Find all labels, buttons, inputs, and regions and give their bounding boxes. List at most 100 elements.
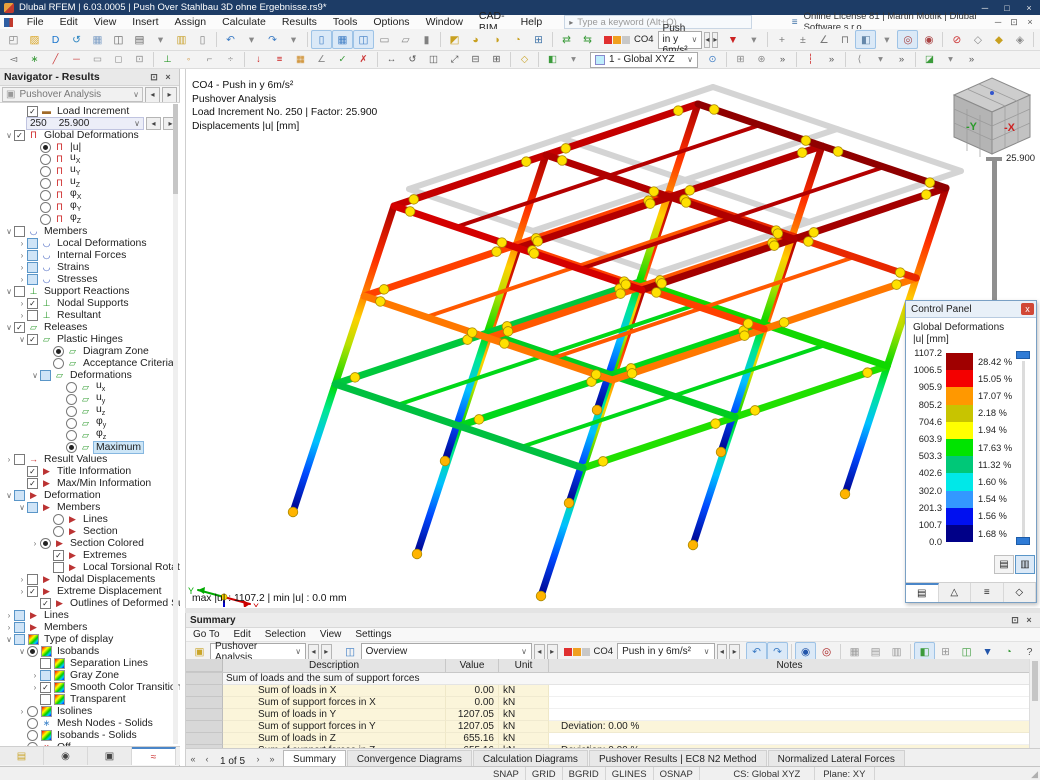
summary-float-icon[interactable]: ⊡ xyxy=(1008,615,1022,626)
radio-button[interactable] xyxy=(40,538,51,549)
menu-help[interactable]: Help xyxy=(513,15,551,29)
checkbox[interactable]: ✓ xyxy=(14,322,25,333)
checkbox[interactable]: ✓ xyxy=(53,550,64,561)
tree-item-outlines-of-deformed-surfaces[interactable]: ✓▶Outlines of Deformed Surfaces xyxy=(0,597,180,609)
dimensions-icon[interactable]: ⟨ xyxy=(849,51,870,68)
checkbox[interactable] xyxy=(14,454,25,465)
grid-settings-icon[interactable]: ⊞ xyxy=(730,51,751,68)
summary-tab-calculation-diagrams[interactable]: Calculation Diagrams xyxy=(473,750,588,767)
summary-view-prev[interactable]: ◂ xyxy=(534,644,545,660)
summary-view-next[interactable]: ▸ xyxy=(547,644,558,660)
result-display-icon[interactable]: ◧ xyxy=(542,51,563,68)
filter-options-icon[interactable]: ▾ xyxy=(743,30,764,49)
expander-icon[interactable]: › xyxy=(30,671,40,680)
model-check-icon[interactable]: ◩ xyxy=(444,30,465,49)
scale-handle-top[interactable] xyxy=(1016,351,1030,359)
tree-item-deformation[interactable]: ∨▶Deformation xyxy=(0,489,180,501)
analysis-type-combo[interactable]: ▣ Pushover Analysis∨ xyxy=(2,87,143,102)
overflow-3-icon[interactable]: » xyxy=(891,51,912,68)
column-header-unit[interactable]: Unit xyxy=(499,659,549,672)
summary-tab-summary[interactable]: Summary xyxy=(283,750,346,767)
tree-item-acceptance-criteria[interactable]: ▱Acceptance Criteria xyxy=(0,357,180,369)
print-options-icon[interactable]: ▾ xyxy=(150,30,171,49)
tree-item-internal-forces[interactable]: ›◡Internal Forces xyxy=(0,249,180,261)
guide-lines-icon[interactable]: ┆ xyxy=(800,51,821,68)
checkbox[interactable] xyxy=(40,370,51,381)
printout-report-icon[interactable]: ▥ xyxy=(171,30,192,49)
expander-icon[interactable]: › xyxy=(17,587,27,596)
tree-item-members[interactable]: ›▶Members xyxy=(0,621,180,633)
prev-increment-button[interactable]: ◂ xyxy=(146,117,161,130)
tree-item-isolines[interactable]: ›Isolines xyxy=(0,705,180,717)
sync-icon[interactable]: ↺ xyxy=(66,30,87,49)
new-member-load-icon[interactable]: ≡ xyxy=(269,51,290,68)
tree-item-extreme-displacement[interactable]: ›✓▶Extreme Displacement xyxy=(0,585,180,597)
tree-item-local-deformations[interactable]: ›◡Local Deformations xyxy=(0,237,180,249)
new-division-icon[interactable]: ÷ xyxy=(220,51,241,68)
overflow-1-icon[interactable]: » xyxy=(772,51,793,68)
radio-button[interactable] xyxy=(40,202,51,213)
menu-calculate[interactable]: Calculate xyxy=(214,15,274,29)
expander-icon[interactable]: ∨ xyxy=(17,647,27,656)
column-header-value[interactable]: Value xyxy=(446,659,499,672)
checkbox[interactable] xyxy=(27,250,38,261)
checkbox[interactable]: ✓ xyxy=(40,598,51,609)
checkbox[interactable] xyxy=(14,490,25,501)
table-row[interactable]: Sum of loads in Y1207.05kN xyxy=(186,709,1031,721)
checkbox[interactable]: ✓ xyxy=(40,682,51,693)
summary-menu-settings[interactable]: Settings xyxy=(348,629,398,640)
radio-button[interactable] xyxy=(27,730,38,741)
doc-restore-button[interactable]: ⊡ xyxy=(1006,17,1022,28)
new-member-icon[interactable]: ─ xyxy=(66,51,87,68)
redo-icon[interactable]: ↷ xyxy=(262,30,283,49)
tree-item-u-z[interactable]: ΠuZ xyxy=(0,177,180,189)
undo-icon[interactable]: ↶ xyxy=(220,30,241,49)
redo-list-icon[interactable]: ▾ xyxy=(283,30,304,49)
tab-color-scale[interactable]: ▤ xyxy=(906,583,939,602)
tree-item-load-increment[interactable]: ✓▬Load Increment xyxy=(0,105,180,117)
navigator-tab-display[interactable]: ◉ xyxy=(44,747,88,765)
control-panel-close-icon[interactable]: x xyxy=(1021,303,1034,315)
tree-item-nodal-displacements[interactable]: ›▶Nodal Displacements xyxy=(0,573,180,585)
checkbox[interactable]: ✓ xyxy=(27,466,38,477)
expander-icon[interactable]: › xyxy=(17,251,27,260)
view-wire-icon[interactable]: ◇ xyxy=(967,30,988,49)
menu-tools[interactable]: Tools xyxy=(325,15,366,29)
expander-icon[interactable]: › xyxy=(4,455,14,464)
expander-icon[interactable]: › xyxy=(17,275,27,284)
expander-icon[interactable]: ∨ xyxy=(4,131,14,140)
tree-item-u[interactable]: Π|u| xyxy=(0,141,180,153)
summary-view-combo[interactable]: Overview∨ xyxy=(361,643,532,660)
cube-face-x[interactable]: -X xyxy=(1004,122,1016,134)
tree-item-strains[interactable]: ›◡Strains xyxy=(0,261,180,273)
menu-view[interactable]: View xyxy=(86,15,125,29)
summary-table-scrollbar[interactable] xyxy=(1029,659,1040,748)
scale-print-button[interactable]: ▤ xyxy=(994,555,1014,574)
next-load-case-button[interactable]: ▸ xyxy=(712,32,718,48)
tree-item-isobands-solids[interactable]: Isobands - Solids xyxy=(0,729,180,741)
radio-button[interactable] xyxy=(66,430,77,441)
radio-button[interactable] xyxy=(27,646,38,657)
section-line-icon[interactable]: ◉ xyxy=(918,30,939,49)
display-options-icon[interactable]: ▾ xyxy=(876,30,897,49)
tree-item-smooth-color-transition[interactable]: ›✓Smooth Color Transition xyxy=(0,681,180,693)
hinge-edit-icon[interactable]: ± xyxy=(792,30,813,49)
next-analysis-button[interactable]: ▸ xyxy=(162,87,177,103)
new-hinge-icon[interactable]: ◦ xyxy=(178,51,199,68)
tree-item-y[interactable]: ▱φy xyxy=(0,417,180,429)
prev-analysis-button[interactable]: ◂ xyxy=(145,87,160,103)
new-imperfection-icon[interactable]: ∠ xyxy=(311,51,332,68)
radio-button[interactable] xyxy=(27,706,38,717)
new-line-icon[interactable]: ╱ xyxy=(45,51,66,68)
load-wizard-icon[interactable]: ◔ xyxy=(507,30,528,49)
new-surface-icon[interactable]: ▭ xyxy=(87,51,108,68)
isometry-icon[interactable]: ◇ xyxy=(514,51,535,68)
dimension-icon[interactable]: ∠ xyxy=(813,30,834,49)
new-nodal-load-icon[interactable]: ↓ xyxy=(248,51,269,68)
status-toggle-snap[interactable]: SNAP xyxy=(487,767,526,780)
checkbox[interactable] xyxy=(14,226,25,237)
tree-item-resultant[interactable]: ›⊥Resultant xyxy=(0,309,180,321)
render-mode-icon[interactable]: ◪ xyxy=(919,51,940,68)
expander-icon[interactable]: › xyxy=(17,311,27,320)
next-page-icon[interactable]: › xyxy=(251,751,265,767)
